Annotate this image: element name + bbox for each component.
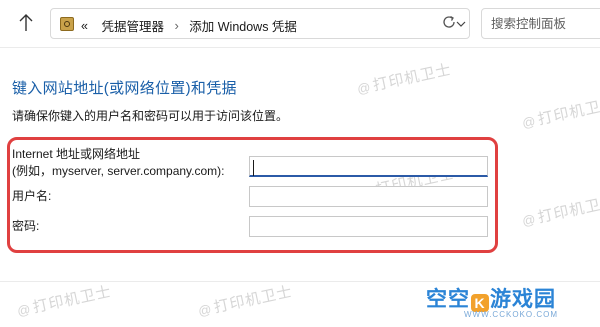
breadcrumb-item-credential-manager[interactable]: 凭据管理器 [101,20,164,34]
breadcrumb: « 凭据管理器 › 添加 Windows 凭据 [79,16,297,35]
up-arrow-icon[interactable] [18,12,34,34]
refresh-icon[interactable] [441,14,457,30]
watermark: 打印机卫士 [520,190,600,231]
username-label: 用户名: [12,189,52,203]
breadcrumb-separator: › [174,18,179,33]
brand-logo: 空空 K 游戏园 WWW.CCKOKO.COM [426,283,596,323]
search-input[interactable] [482,9,600,38]
control-panel-icon [60,17,74,31]
password-field[interactable] [249,216,488,237]
address-label-example: (例如，myserver, server.company.com): [12,164,225,178]
brand-name-part2: 游戏园 [490,288,556,311]
password-label: 密码: [12,219,40,233]
toolbar-divider [0,47,600,48]
footer-divider [0,281,600,282]
watermark: 打印机卫士 [15,280,113,321]
page-title: 键入网站地址(或网络位置)和凭据 [12,80,237,97]
watermark: 打印机卫士 [196,280,294,321]
search-box[interactable] [481,8,600,39]
watermark: 打印机卫士 [520,92,600,133]
address-label: Internet 地址或网络地址 [12,147,141,161]
breadcrumb-overflow[interactable]: « [81,19,88,33]
watermark: 打印机卫士 [355,58,453,99]
username-field[interactable] [249,186,488,207]
page-description: 请确保你键入的用户名和密码可以用于访问该位置。 [12,109,289,123]
chevron-down-icon[interactable] [456,21,466,27]
address-field[interactable] [249,156,488,177]
address-toolbar: « 凭据管理器 › 添加 Windows 凭据 [0,0,600,47]
brand-name-part1: 空空 [426,288,470,311]
text-cursor [253,160,254,176]
address-bar[interactable]: « 凭据管理器 › 添加 Windows 凭据 [50,8,470,39]
brand-url: WWW.CCKOKO.COM [464,310,558,319]
breadcrumb-item-add-windows-credential[interactable]: 添加 Windows 凭据 [189,20,297,34]
